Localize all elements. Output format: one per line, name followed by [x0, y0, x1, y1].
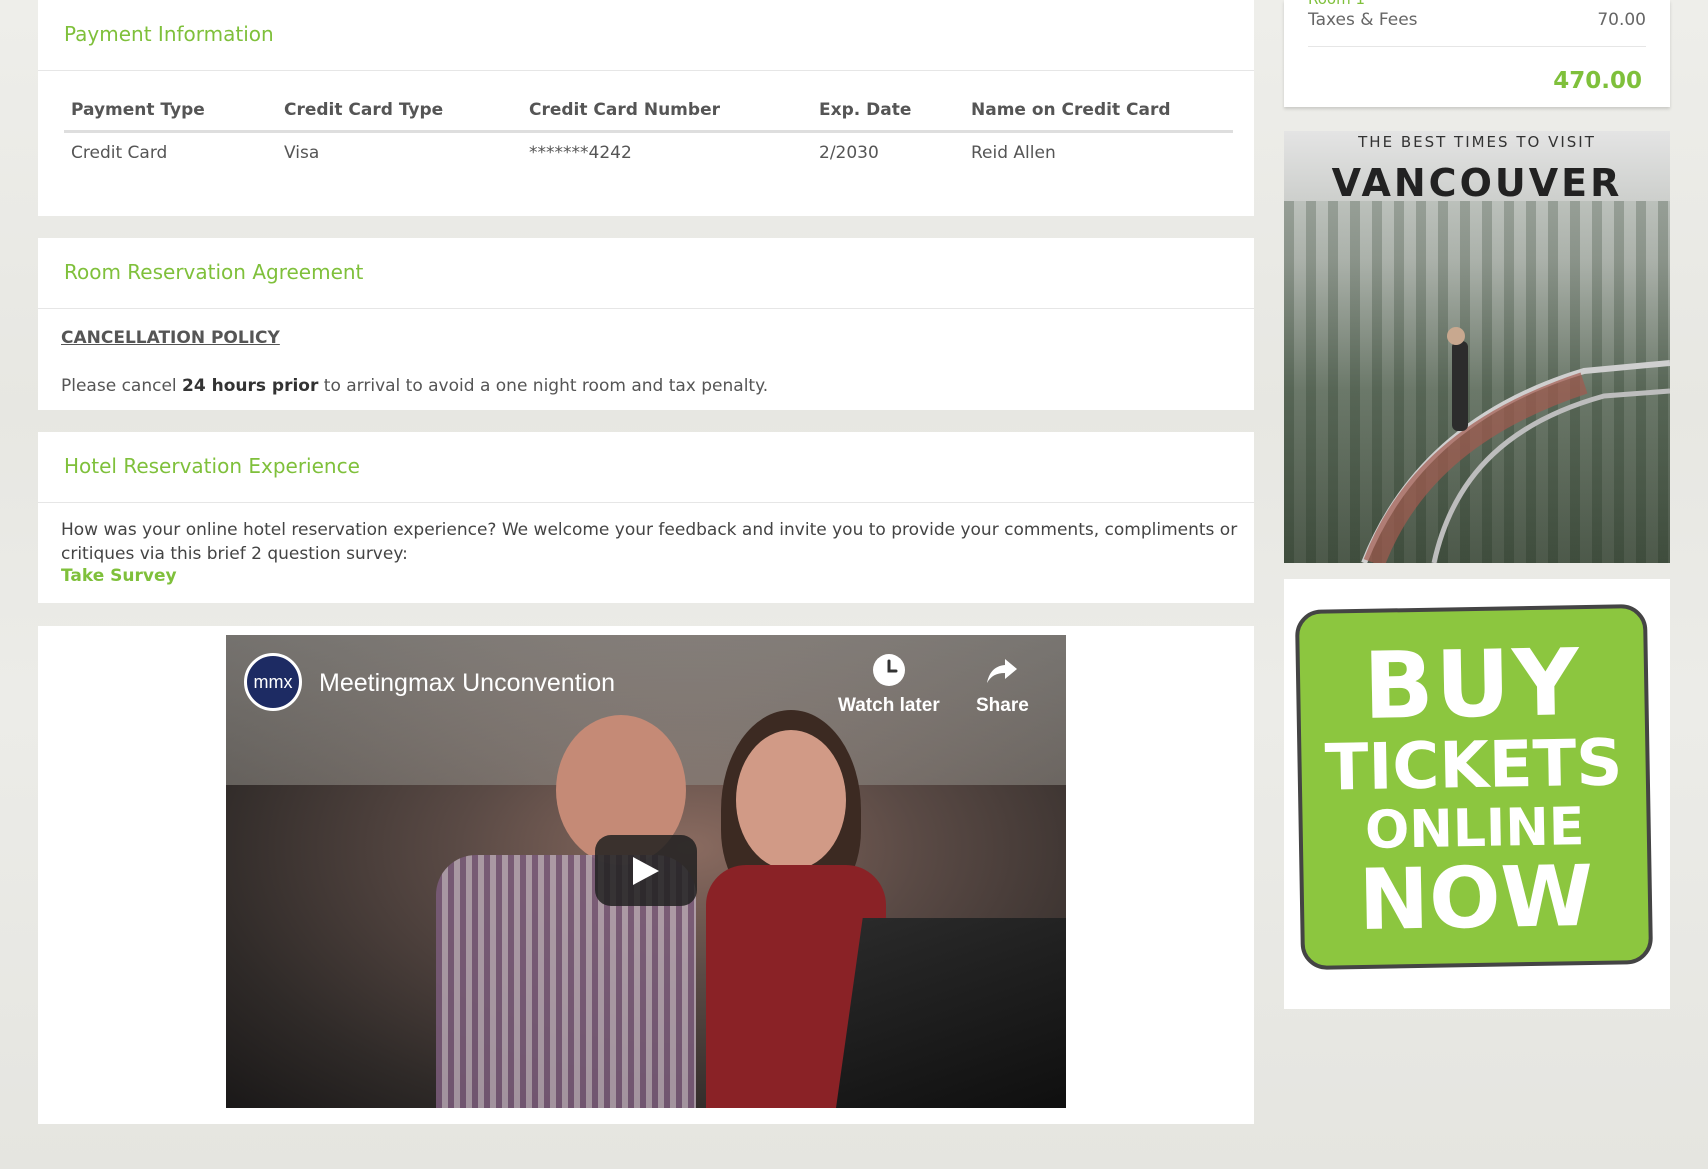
- watch-later-button[interactable]: Watch later: [838, 653, 940, 717]
- ticket-line-now: NOW: [1357, 846, 1594, 950]
- policy-text-bold: 24 hours prior: [182, 376, 319, 396]
- policy-text-post: to arrival to avoid a one night room and…: [318, 376, 769, 396]
- cancellation-policy-title: CANCELLATION POLICY: [61, 328, 280, 348]
- exp-date-value: 2/2030: [819, 143, 879, 163]
- ticket-line-tickets: TICKETS: [1324, 726, 1624, 806]
- taxes-fees-value: 70.00: [1597, 10, 1646, 30]
- experience-title: Hotel Reservation Experience: [38, 432, 1254, 503]
- col-card-name: Name on Credit Card: [964, 92, 1233, 133]
- share-label: Share: [976, 695, 1029, 716]
- summary-cut-label: Room 1: [1308, 0, 1365, 8]
- video-title[interactable]: Meetingmax Unconvention: [319, 669, 615, 698]
- col-exp-date: Exp. Date: [812, 92, 964, 133]
- agreement-panel: Room Reservation Agreement CANCELLATION …: [38, 238, 1254, 410]
- taxes-fees-label: Taxes & Fees: [1308, 10, 1418, 30]
- agreement-title: Room Reservation Agreement: [38, 238, 1254, 309]
- card-name-value: Reid Allen: [971, 143, 1056, 163]
- take-survey-link[interactable]: Take Survey: [61, 566, 177, 586]
- video-panel: mmx Meetingmax Unconvention Watch later …: [38, 626, 1254, 1124]
- ad-title: VANCOUVER: [1331, 161, 1623, 205]
- table-header-row: Payment Type Credit Card Type Credit Car…: [64, 92, 1233, 133]
- buy-tickets-button[interactable]: BUY TICKETS ONLINE NOW: [1294, 603, 1654, 971]
- play-button[interactable]: [595, 835, 697, 906]
- buy-tickets-ad[interactable]: BUY TICKETS ONLINE NOW: [1284, 579, 1670, 1009]
- table-row: Credit Card Visa *******4242 2/2030 Reid…: [64, 132, 1233, 163]
- experience-panel: Hotel Reservation Experience How was you…: [38, 432, 1254, 603]
- clock-icon: [872, 654, 905, 686]
- share-arrow-icon: [987, 659, 1018, 683]
- cancellation-policy-text: Please cancel 24 hours prior to arrival …: [61, 376, 768, 396]
- order-total: 470.00: [1553, 68, 1642, 94]
- col-card-type: Credit Card Type: [277, 92, 522, 133]
- policy-text-pre: Please cancel: [61, 376, 183, 396]
- watch-later-label: Watch later: [838, 695, 940, 716]
- survey-text: How was your online hotel reservation ex…: [61, 520, 1238, 564]
- card-number-value: *******4242: [529, 143, 632, 163]
- play-icon: [633, 857, 659, 885]
- card-type-value: Visa: [284, 143, 320, 163]
- payment-type-value: Credit Card: [71, 143, 168, 163]
- ticket-line-buy: BUY: [1362, 629, 1582, 740]
- vancouver-ad[interactable]: THE BEST TIMES TO VISIT VANCOUVER: [1284, 131, 1670, 563]
- payment-title: Payment Information: [38, 0, 1254, 71]
- col-payment-type: Payment Type: [64, 92, 277, 133]
- video-player[interactable]: mmx Meetingmax Unconvention Watch later …: [226, 635, 1066, 1108]
- col-card-number: Credit Card Number: [522, 92, 812, 133]
- video-figure: [736, 730, 846, 870]
- payment-table: Payment Type Credit Card Type Credit Car…: [64, 92, 1233, 163]
- order-summary: Room 1 Taxes & Fees 70.00 470.00: [1284, 0, 1670, 107]
- ad-subtitle: THE BEST TIMES TO VISIT: [1358, 133, 1596, 151]
- payment-panel: Payment Information Payment Type Credit …: [38, 0, 1254, 216]
- channel-logo[interactable]: mmx: [244, 653, 302, 711]
- video-laptop: [836, 918, 1066, 1108]
- summary-cut-row: Room 1: [1308, 0, 1646, 8]
- share-button[interactable]: Share: [976, 653, 1029, 717]
- taxes-fees-row: Taxes & Fees 70.00: [1308, 10, 1646, 47]
